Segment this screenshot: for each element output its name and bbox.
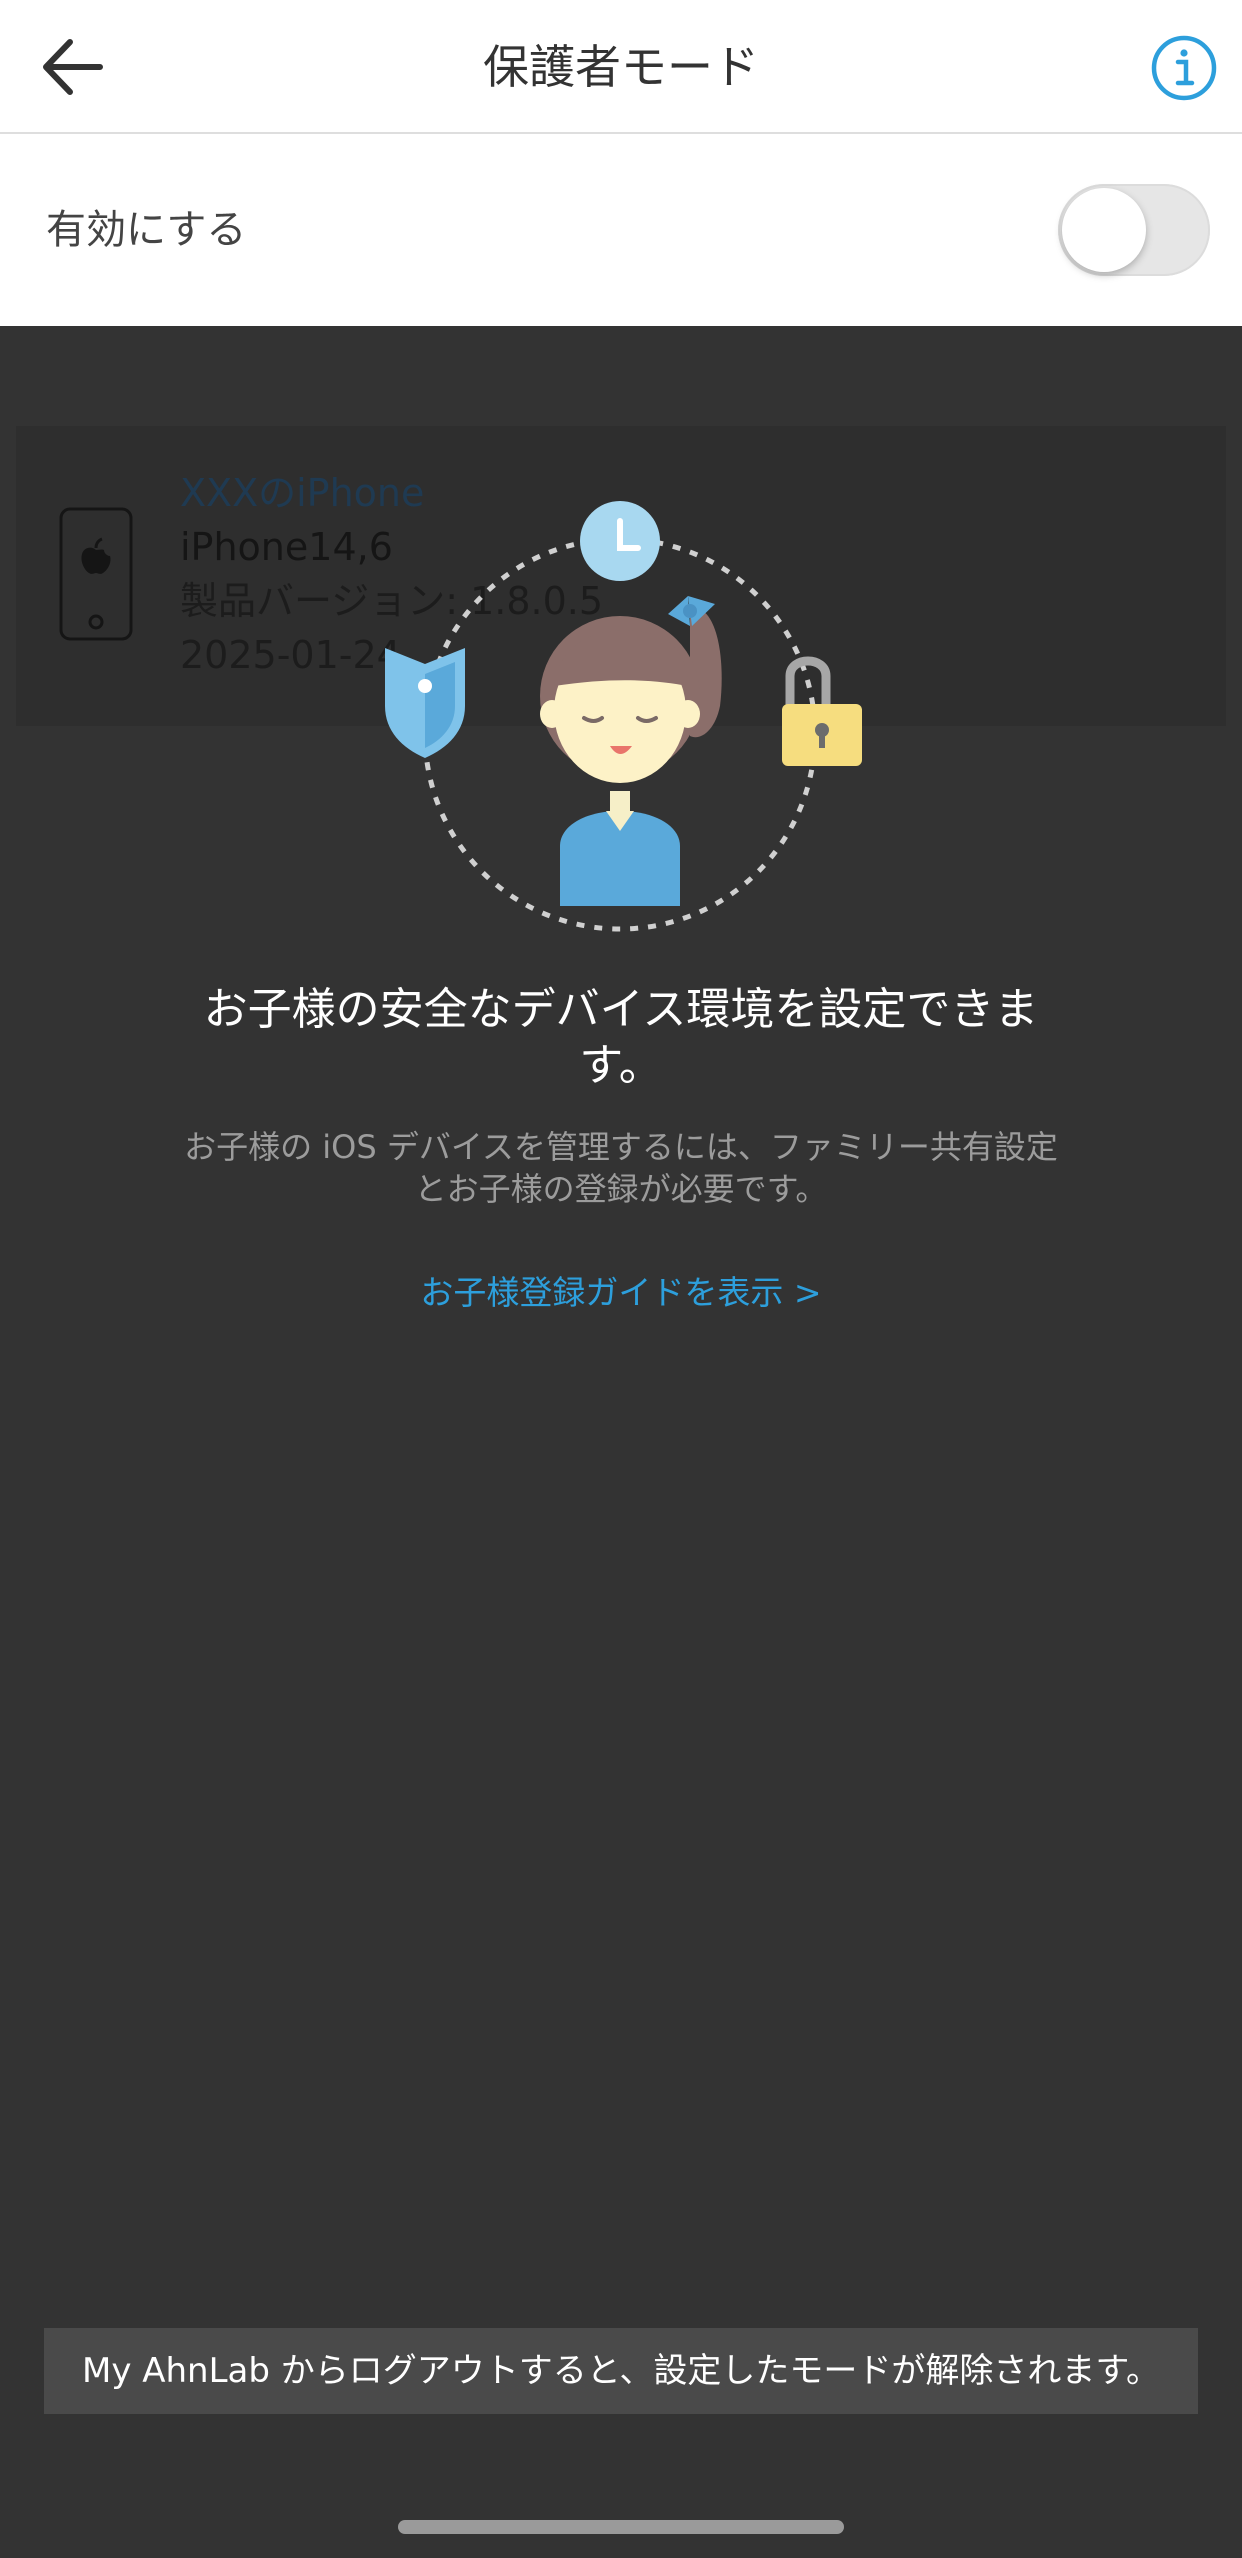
home-indicator[interactable] — [398, 2520, 844, 2534]
guide-link[interactable]: お子様登録ガイドを表示 > — [0, 1266, 1242, 1314]
info-button[interactable] — [1148, 32, 1220, 104]
child-illustration — [385, 501, 862, 932]
intro-overlay: XXXのiPhone iPhone14,6 製品バージョン: 1.8.0.5 2… — [0, 326, 1242, 2558]
girl-avatar — [540, 596, 722, 906]
header-bar: 保護者モード — [0, 0, 1242, 134]
lock-icon — [782, 656, 862, 766]
intro-subtext: お子様の iOS デバイスを管理するには、ファミリー共有設定とお子様の登録が必要… — [184, 1128, 1058, 1208]
enable-toggle[interactable] — [1058, 184, 1210, 276]
shield-icon — [385, 648, 465, 758]
clock-icon — [580, 501, 660, 581]
apple-icon — [81, 537, 111, 574]
info-icon — [1151, 35, 1217, 101]
phone-icon — [59, 507, 133, 641]
intro-headline: お子様の安全なデバイス環境を設定できます。 — [203, 984, 1039, 1091]
page-title: 保護者モード — [483, 40, 759, 94]
toggle-knob — [1062, 188, 1146, 272]
logout-toast: My AhnLab からログアウトすると、設定したモードが解除されます。 — [44, 2328, 1198, 2414]
enable-row: 有効にする — [0, 134, 1242, 326]
enable-label: 有効にする — [46, 207, 247, 253]
